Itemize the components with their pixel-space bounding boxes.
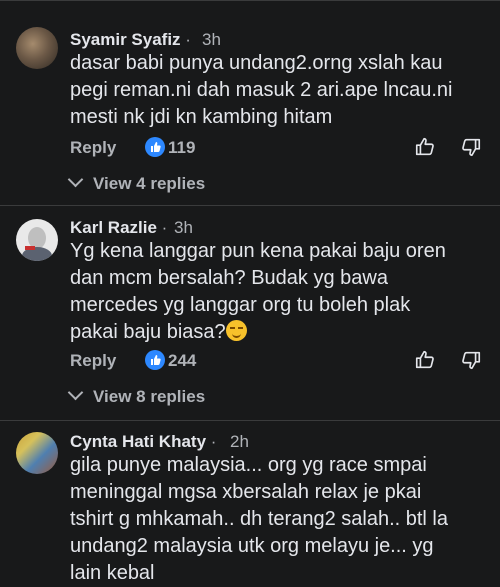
- comment-time[interactable]: 3h: [174, 218, 193, 238]
- comment-author[interactable]: Karl Razlie ·: [70, 218, 167, 238]
- comment-text: dasar babi punya undang2.orng xslah kau …: [70, 52, 453, 128]
- view-replies-button[interactable]: View 8 replies: [67, 384, 205, 407]
- view-replies-button[interactable]: View 4 replies: [67, 171, 205, 194]
- like-badge-icon: [145, 137, 165, 157]
- comment-text: Yg kena langgar pun kena pakai baju oren…: [70, 240, 446, 343]
- reply-button[interactable]: Reply: [70, 138, 116, 158]
- like-count[interactable]: 244: [168, 351, 196, 371]
- thumbs-down-icon[interactable]: [460, 136, 482, 158]
- thumbs-up-icon[interactable]: [414, 349, 436, 371]
- comment-text: gila punye malaysia... org yg race smpai…: [70, 454, 448, 584]
- thumbs-up-icon[interactable]: [414, 136, 436, 158]
- top-divider: [0, 0, 500, 1]
- comment-time[interactable]: 2h: [230, 432, 249, 452]
- like-count[interactable]: 119: [168, 138, 195, 158]
- comment-author[interactable]: Syamir Syafiz ·: [70, 30, 191, 50]
- comment-divider: [0, 205, 500, 206]
- smirk-emoji-icon: [225, 320, 247, 341]
- comment-divider: [0, 420, 500, 421]
- comment-author[interactable]: Cynta Hati Khaty ·: [70, 432, 216, 452]
- thumbs-down-icon[interactable]: [460, 349, 482, 371]
- like-badge-icon: [145, 350, 165, 370]
- avatar[interactable]: [16, 219, 58, 261]
- chevron-down-icon: [67, 171, 84, 188]
- chevron-down-icon: [67, 384, 84, 401]
- avatar[interactable]: [16, 27, 58, 69]
- reply-button[interactable]: Reply: [70, 351, 116, 371]
- avatar[interactable]: [16, 432, 58, 474]
- comment-time[interactable]: 3h: [202, 30, 221, 50]
